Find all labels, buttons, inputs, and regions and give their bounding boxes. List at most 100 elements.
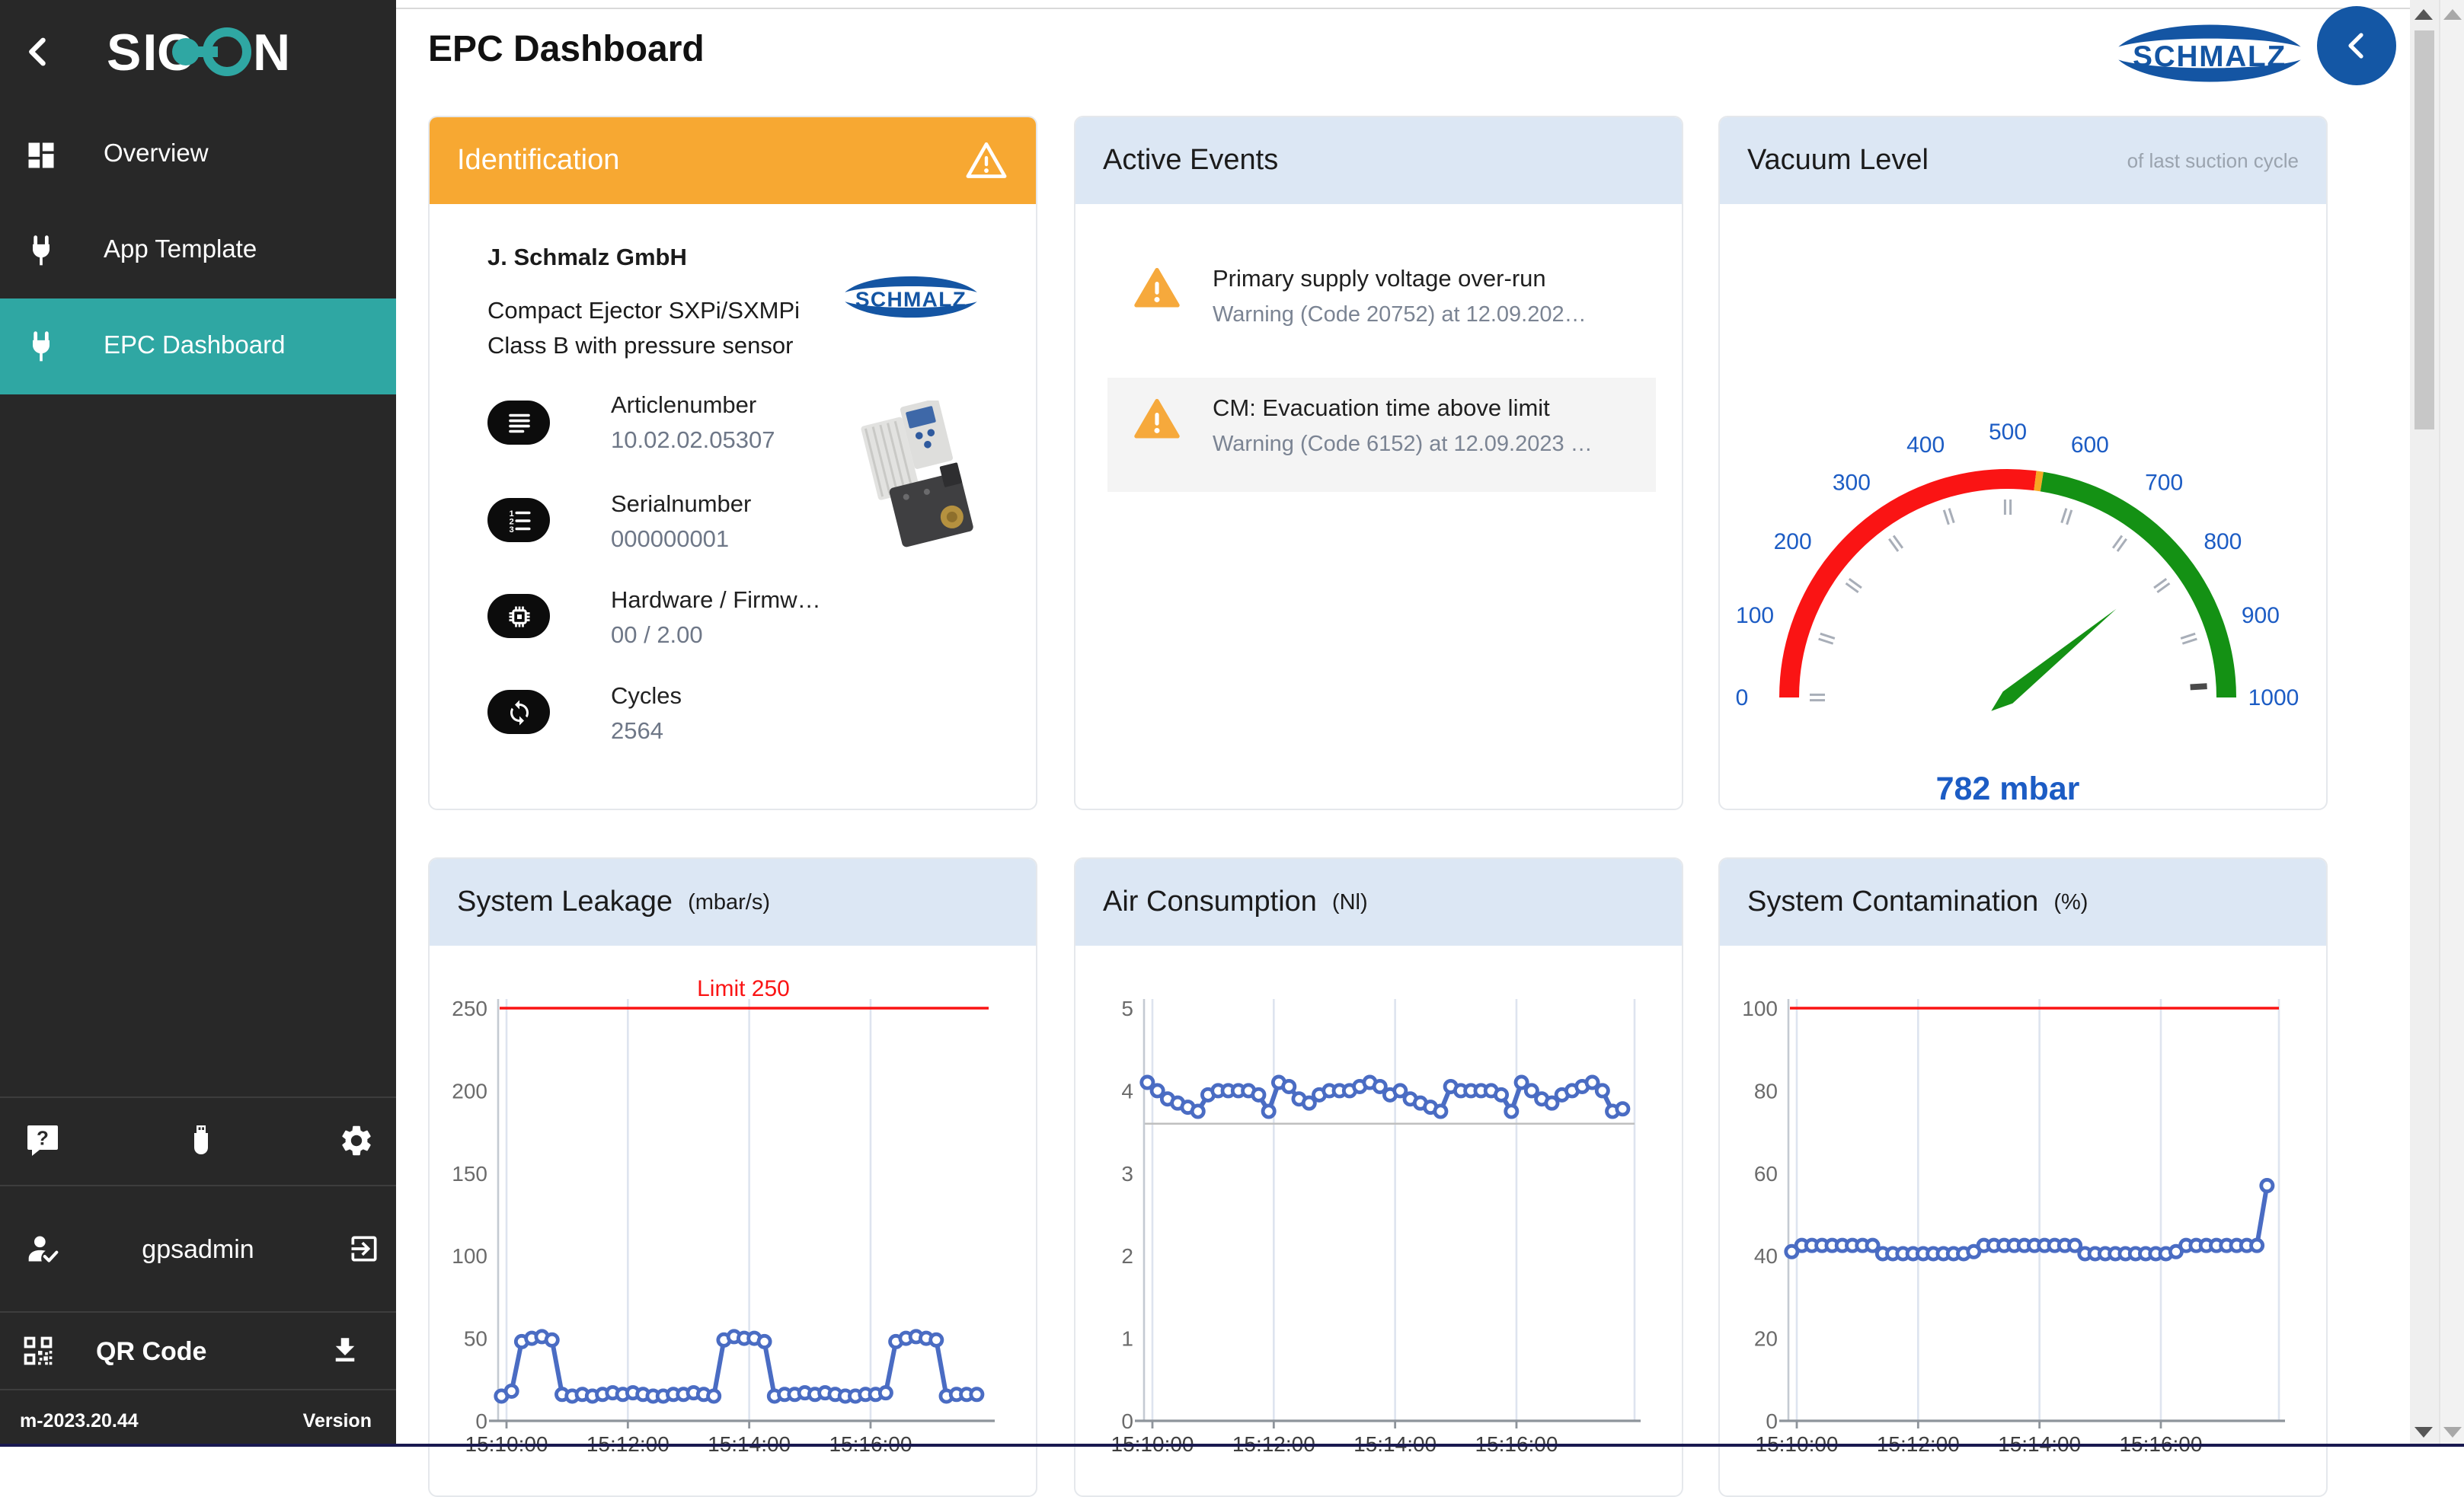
field-label: Articlenumber <box>611 393 756 420</box>
svg-text:N: N <box>253 24 290 81</box>
svg-text:900: 900 <box>2242 603 2280 628</box>
sidebar: SI C N Overview App Template <box>0 0 396 1447</box>
card-title: System Contamination <box>1747 886 2038 919</box>
page-title: EPC Dashboard <box>428 29 705 72</box>
inner-scrollbar[interactable] <box>2410 0 2439 1447</box>
svg-text:200: 200 <box>452 1079 487 1103</box>
field-label: Cycles <box>611 684 682 711</box>
air-consumption-chart: 01234515:10:0015:12:0015:14:0015:16:00 <box>1075 946 1683 1497</box>
field-value: 10.02.02.05307 <box>611 428 775 455</box>
main-content: EPC Dashboard SCHMALZ Identification J. … <box>396 0 2411 1447</box>
cycles-icon <box>487 690 550 734</box>
product-image <box>856 401 993 553</box>
event-detail: Warning (Code 6152) at 12.09.2023 … <box>1213 433 1593 457</box>
event-title: CM: Evacuation time above limit <box>1213 396 1593 423</box>
schmalz-logo: SCHMALZ <box>2110 14 2309 93</box>
serialnumber-icon: 1 2 3 <box>487 498 550 542</box>
svg-text:100: 100 <box>1742 997 1778 1020</box>
articlenumber-icon <box>487 401 550 445</box>
collapse-chevron-icon <box>2338 27 2375 64</box>
svg-text:250: 250 <box>452 997 487 1020</box>
scroll-down-icon[interactable] <box>2443 1427 2462 1438</box>
system-contamination-card-header: System Contamination (%) <box>1720 859 2326 946</box>
back-chevron-icon <box>18 32 58 72</box>
sidebar-item-app-template[interactable]: App Template <box>0 203 396 298</box>
sidebar-divider <box>0 1185 396 1186</box>
event-row[interactable]: CM: Evacuation time above limit Warning … <box>1107 378 1656 492</box>
logout-icon[interactable] <box>347 1232 381 1266</box>
svg-text:300: 300 <box>1833 471 1871 496</box>
plug-icon <box>24 234 58 267</box>
air-consumption-card: Air Consumption (Nl) 01234515:10:0015:12… <box>1074 857 1683 1497</box>
svg-text:?: ? <box>37 1127 49 1150</box>
scroll-up-icon[interactable] <box>2443 9 2462 20</box>
usb-device-icon[interactable] <box>183 1122 219 1159</box>
svg-text:782 mbar: 782 mbar <box>1936 771 2080 807</box>
svg-text:40: 40 <box>1754 1244 1778 1268</box>
system-contamination-card: System Contamination (%) 02040608010015:… <box>1718 857 2328 1497</box>
identification-card: Identification J. Schmalz GmbH Compact E… <box>428 116 1037 810</box>
svg-text:700: 700 <box>2145 471 2183 496</box>
product-description: Compact Ejector SXPi/SXMPi <box>487 298 800 326</box>
dashboard-icon <box>24 138 58 171</box>
svg-text:100: 100 <box>452 1244 487 1268</box>
help-icon[interactable]: ? <box>24 1122 61 1159</box>
sidebar-item-epc-dashboard[interactable]: EPC Dashboard <box>0 298 396 394</box>
card-units: (Nl) <box>1332 890 1368 914</box>
gear-icon[interactable] <box>338 1122 375 1159</box>
card-title: System Leakage <box>457 886 673 919</box>
scroll-down-icon[interactable] <box>2414 1427 2433 1438</box>
card-title: Air Consumption <box>1103 886 1317 919</box>
card-units: (%) <box>2053 890 2088 914</box>
field-label: Serialnumber <box>611 492 751 519</box>
outer-scrollbar[interactable] <box>2439 0 2464 1447</box>
version-label: Version <box>303 1410 372 1432</box>
field-value: 00 / 2.00 <box>611 623 703 650</box>
warning-icon <box>1133 396 1181 443</box>
svg-text:1: 1 <box>1121 1327 1133 1351</box>
scroll-up-icon[interactable] <box>2414 9 2433 20</box>
qr-icon <box>21 1334 55 1368</box>
event-detail: Warning (Code 20752) at 12.09.202… <box>1213 303 1587 327</box>
scrollbar-thumb[interactable] <box>2414 30 2434 429</box>
system-leakage-chart: Limit 25005010015020025015:10:0015:12:00… <box>430 946 1037 1497</box>
sidebar-divider <box>0 1389 396 1390</box>
air-consumption-card-header: Air Consumption (Nl) <box>1075 859 1682 946</box>
download-icon[interactable] <box>329 1334 361 1366</box>
card-title: Active Events <box>1103 144 1278 177</box>
bottom-border <box>0 1444 2464 1447</box>
card-subtitle: of last suction cycle <box>2127 149 2299 172</box>
sidebar-divider <box>0 1311 396 1313</box>
field-value: 000000001 <box>611 527 729 554</box>
sicon-logo: SI C N <box>107 20 335 87</box>
active-events-card-header: Active Events <box>1075 117 1682 204</box>
product-description: Class B with pressure sensor <box>487 334 793 361</box>
vacuum-level-card-header: Vacuum Level of last suction cycle <box>1720 117 2326 204</box>
plug-icon <box>24 330 58 363</box>
svg-text:100: 100 <box>1736 603 1774 628</box>
warning-icon <box>1133 265 1181 312</box>
svg-text:1000: 1000 <box>2248 685 2299 710</box>
svg-text:50: 50 <box>464 1327 487 1351</box>
active-events-card: Active Events Primary supply voltage ove… <box>1074 116 1683 810</box>
svg-text:150: 150 <box>452 1162 487 1186</box>
field-label: Hardware / Firmw… <box>611 588 821 615</box>
hardware-firmware-icon <box>487 594 550 638</box>
svg-text:500: 500 <box>1989 420 2027 445</box>
panel-collapse-button[interactable] <box>2317 6 2396 85</box>
svg-text:0: 0 <box>1736 685 1749 710</box>
svg-text:20: 20 <box>1754 1327 1778 1351</box>
svg-text:5: 5 <box>1121 997 1133 1020</box>
event-row[interactable]: Primary supply voltage over-run Warning … <box>1107 248 1656 362</box>
qr-code-label: QR Code <box>96 1337 206 1368</box>
card-title: Vacuum Level <box>1747 144 1929 177</box>
card-units: (mbar/s) <box>688 890 770 914</box>
field-value: 2564 <box>611 719 663 746</box>
sidebar-item-overview[interactable]: Overview <box>0 107 396 203</box>
sidebar-item-label: App Template <box>104 236 257 265</box>
app-root: SI C N Overview App Template <box>0 0 2464 1447</box>
sidebar-collapse-button[interactable] <box>18 32 58 72</box>
svg-text:0: 0 <box>475 1409 487 1433</box>
svg-text:2: 2 <box>1121 1244 1133 1268</box>
svg-text:200: 200 <box>1774 529 1812 554</box>
